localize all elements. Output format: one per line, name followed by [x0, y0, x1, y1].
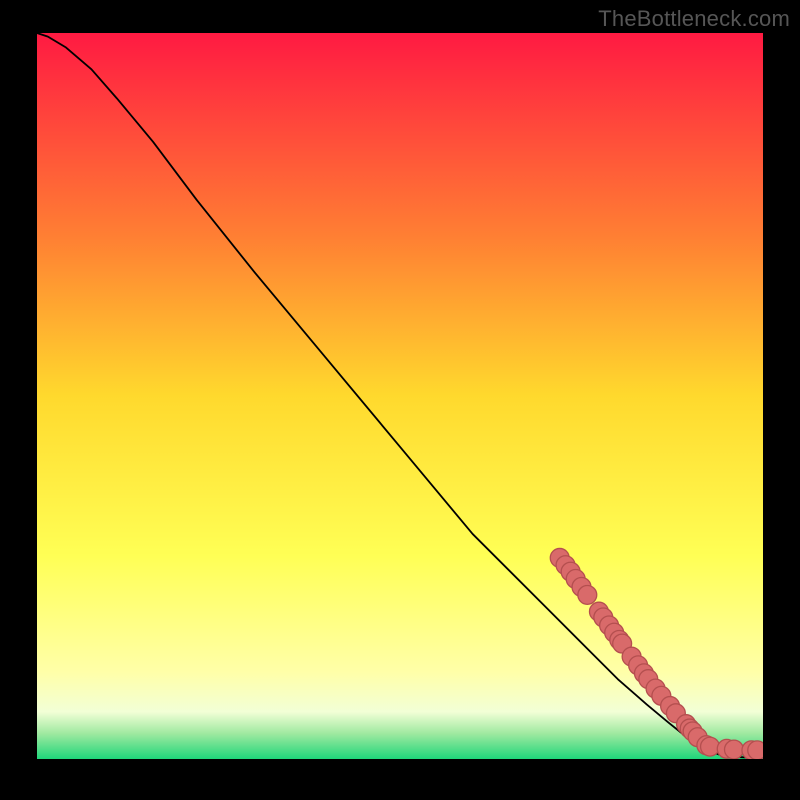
plot-area [37, 33, 763, 759]
data-point [578, 585, 597, 604]
data-point [701, 737, 720, 756]
gradient-background [37, 33, 763, 759]
data-point [725, 740, 744, 759]
bottleneck-curve-chart [37, 33, 763, 759]
data-point [748, 741, 763, 759]
chart-frame: TheBottleneck.com [0, 0, 800, 800]
watermark-label: TheBottleneck.com [598, 6, 790, 32]
